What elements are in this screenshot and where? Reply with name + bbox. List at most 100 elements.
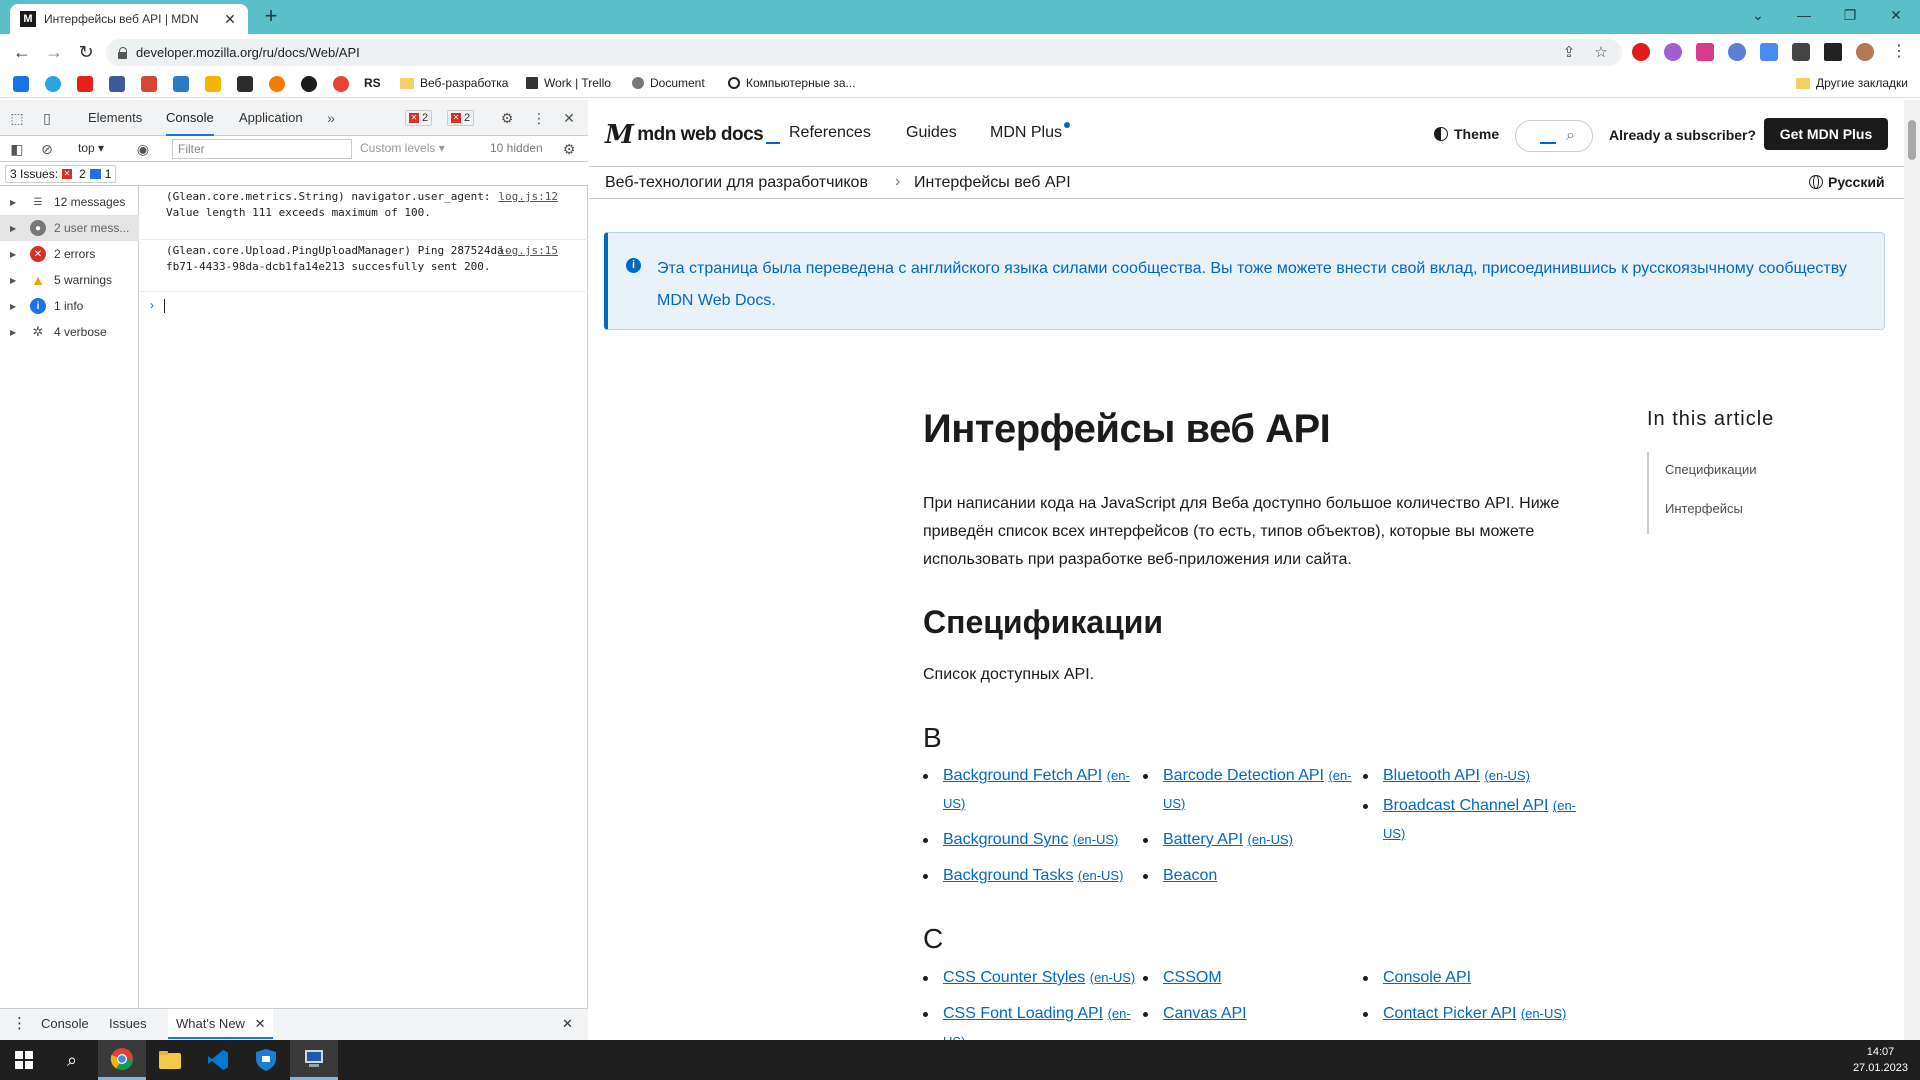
sidebar-item-user-messages[interactable]: ▶ ● 2 user mess... [0, 215, 139, 241]
gmail-icon[interactable] [141, 76, 157, 92]
get-mdn-plus-button[interactable]: Get MDN Plus [1764, 118, 1888, 150]
sidebar-toggle-icon[interactable]: ◧ [8, 140, 26, 158]
search-icon[interactable]: ⌕ [48, 1040, 96, 1080]
bookmark-trello[interactable]: Work | Trello [526, 76, 611, 90]
restore-button[interactable]: ❐ [1828, 0, 1872, 30]
api-link[interactable]: Beacon [1163, 867, 1217, 884]
more-tabs-icon[interactable]: » [322, 109, 340, 127]
console-filter-input[interactable]: Filter [172, 139, 352, 159]
telegram-icon[interactable] [45, 76, 61, 92]
close-tab-icon[interactable]: ✕ [255, 1016, 266, 1031]
new-tab-button[interactable]: + [258, 4, 284, 30]
bookmark-document[interactable]: Document [632, 76, 705, 90]
profile-avatar[interactable] [1856, 43, 1874, 61]
en-us-tag[interactable]: (en-US) [1521, 1006, 1567, 1021]
tab-elements[interactable]: Elements [88, 100, 142, 136]
bookmark-star-icon[interactable]: ☆ [1592, 43, 1610, 61]
calendar-icon[interactable] [173, 76, 189, 92]
inspect-element-icon[interactable]: ⬚ [8, 109, 26, 127]
bookmark-icon[interactable] [13, 76, 29, 92]
tab-close-icon[interactable]: ✕ [222, 11, 238, 28]
vscode-icon[interactable] [194, 1040, 242, 1080]
bookmark-other[interactable]: Другие закладки [1796, 76, 1908, 90]
sidebar-item-errors[interactable]: ▶ ✕ 2 errors [0, 241, 139, 267]
clear-console-icon[interactable]: ⊘ [38, 140, 56, 158]
api-link[interactable]: Background Fetch API [943, 767, 1102, 784]
breadcrumb-item[interactable]: Веб-технологии для разработчиков [605, 174, 868, 192]
extension-icon[interactable] [1728, 43, 1746, 61]
scrollbar-thumb[interactable] [1908, 120, 1916, 160]
share-icon[interactable]: ⇪ [1560, 43, 1578, 61]
security-shield-icon[interactable] [242, 1040, 290, 1080]
translate-extension-icon[interactable] [1760, 43, 1778, 61]
device-toolbar-icon[interactable]: ▯ [38, 109, 56, 127]
reload-button[interactable]: ↻ [74, 40, 98, 64]
api-link[interactable]: Background Sync [943, 831, 1068, 848]
site-search-input[interactable]: ⌕ [1515, 120, 1593, 152]
drawer-tab-issues[interactable]: Issues [109, 1009, 147, 1039]
bookmark-icon[interactable] [205, 76, 221, 92]
console-input-caret[interactable] [164, 299, 165, 313]
nav-mdn-plus[interactable]: MDN Plus [990, 124, 1062, 142]
log-levels-dropdown[interactable]: Custom levels ▾ [360, 141, 445, 155]
extensions-puzzle-icon[interactable] [1792, 43, 1810, 61]
toc-item[interactable]: Спецификации [1665, 462, 1757, 477]
live-expression-eye-icon[interactable]: ◉ [134, 140, 152, 158]
breadcrumb-item[interactable]: Интерфейсы веб API [914, 174, 1071, 192]
chrome-icon[interactable] [98, 1040, 146, 1080]
drawer-tab-console[interactable]: Console [41, 1009, 89, 1039]
errors-badge[interactable]: ✕ 2 [405, 110, 433, 126]
theme-switcher[interactable]: Theme [1434, 126, 1499, 142]
nav-references[interactable]: References [789, 124, 871, 142]
bookmark-icon[interactable] [333, 76, 349, 92]
address-bar[interactable]: developer.mozilla.org/ru/docs/Web/API [106, 39, 1622, 66]
more-options-icon[interactable]: ⋮ [530, 109, 548, 127]
api-link[interactable]: Barcode Detection API [1163, 767, 1324, 784]
forward-button[interactable]: → [42, 40, 66, 64]
browser-tab-mdn[interactable]: M Интерфейсы веб API | MDN ✕ [10, 4, 248, 34]
drawer-menu-icon[interactable]: ⋮ [12, 1009, 27, 1039]
console-settings-gear-icon[interactable]: ⚙ [560, 140, 578, 158]
mdn-logo[interactable]: M mdn web docs [605, 120, 781, 150]
close-drawer-icon[interactable]: ✕ [562, 1009, 573, 1039]
settings-gear-icon[interactable]: ⚙ [498, 109, 516, 127]
tab-console[interactable]: Console [166, 100, 214, 136]
bookmark-computer[interactable]: Компьютерные за... [728, 76, 856, 90]
start-button[interactable] [0, 1040, 48, 1080]
bookmark-folder-webdev[interactable]: Веб-разработка [400, 76, 508, 90]
extension-icon[interactable] [1664, 43, 1682, 61]
api-link[interactable]: Background Tasks [943, 867, 1073, 884]
api-link[interactable]: Broadcast Channel API [1383, 797, 1548, 814]
sidebar-item-verbose[interactable]: ▶ ✲ 4 verbose [0, 319, 139, 345]
api-link[interactable]: Battery API [1163, 831, 1243, 848]
youtube-icon[interactable] [77, 76, 93, 92]
file-explorer-icon[interactable] [146, 1040, 194, 1080]
api-link[interactable]: CSS Font Loading API [943, 1005, 1103, 1022]
browser-menu-icon[interactable]: ⋮ [1890, 43, 1908, 61]
back-button[interactable]: ← [10, 40, 34, 64]
issues-button[interactable]: 3 Issues: ✕ 2 1 [5, 165, 117, 183]
nav-guides[interactable]: Guides [906, 124, 957, 142]
bookmark-rs[interactable]: RS [364, 76, 381, 90]
en-us-tag[interactable]: (en-US) [1484, 768, 1530, 783]
sidebar-item-messages[interactable]: ▶ ☰ 12 messages [0, 189, 139, 215]
side-panel-icon[interactable] [1824, 43, 1842, 61]
remote-desktop-icon[interactable] [290, 1040, 338, 1080]
toc-item[interactable]: Интерфейсы [1665, 501, 1743, 516]
sidebar-item-info[interactable]: ▶ i 1 info [0, 293, 139, 319]
address-url[interactable]: developer.mozilla.org/ru/docs/Web/API [136, 45, 360, 60]
api-link[interactable]: Canvas API [1163, 1005, 1247, 1022]
api-link[interactable]: Contact Picker API [1383, 1005, 1516, 1022]
already-subscriber-link[interactable]: Already a subscriber? [1609, 127, 1756, 143]
close-devtools-icon[interactable]: ✕ [560, 109, 578, 127]
api-link[interactable]: CSS Counter Styles [943, 969, 1085, 986]
github-icon[interactable] [301, 76, 317, 92]
minimize-button[interactable]: — [1782, 0, 1826, 30]
log-source-link[interactable]: log.js:15 [498, 243, 558, 259]
sidebar-item-warnings[interactable]: ▶ ▲ 5 warnings [0, 267, 139, 293]
en-us-tag[interactable]: (en-US) [1248, 832, 1294, 847]
bookmark-icon[interactable] [269, 76, 285, 92]
en-us-tag[interactable]: (en-US) [1078, 868, 1124, 883]
tab-search-icon[interactable]: ⌄ [1736, 0, 1780, 30]
language-switcher[interactable]: Русский [1809, 174, 1885, 190]
